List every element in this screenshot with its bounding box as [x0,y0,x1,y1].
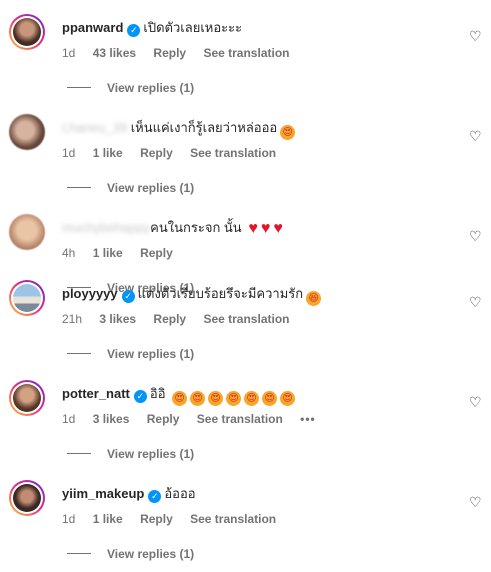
see-translation-button[interactable]: See translation [203,312,289,326]
username-link[interactable]: ppanward [62,20,123,35]
red-heart-emoji-icon: ♥ [273,220,283,237]
comment-text-line: ployyyyy ✓ แต่งตัวเรียบร้อยรึจะมีความรัก 😆 [62,286,322,306]
comment-text-line: potter_natt ✓ อิอิ 😍 😍 😍 😍 😍 😍 😍 [62,386,296,406]
avatar[interactable] [9,214,45,250]
heart-outline-icon[interactable]: ♡ [469,295,482,309]
more-options-icon[interactable]: ••• [300,412,316,426]
view-replies-button[interactable]: View replies (1) [67,447,194,461]
heart-eyes-emoji-icon: 😍 [226,391,242,406]
see-translation-button[interactable]: See translation [203,46,289,60]
heart-eyes-emoji-icon: 😍 [244,391,260,406]
likes-count[interactable]: 3 likes [93,412,130,426]
see-translation-button[interactable]: See translation [190,146,276,160]
likes-count[interactable]: 1 like [93,146,123,160]
comment-meta: 1d 1 like Reply See translation [62,146,290,160]
comment-text: เห็นแค่เงาก็รู้เลยว่าหล่อออ [130,120,278,135]
grinning-squinting-emoji-icon: 😆 [306,291,322,306]
reply-button[interactable]: Reply [140,512,173,526]
replies-divider [67,187,91,188]
comment-text: เปิดตัวเลยเหอะะะ [143,20,243,35]
reply-button[interactable]: Reply [153,46,186,60]
timestamp[interactable]: 1d [62,412,75,426]
verified-badge-icon: ✓ [133,390,147,403]
view-replies-button[interactable]: View replies (1) [67,181,194,195]
replies-divider [67,87,91,88]
heart-eyes-emoji-icon: 😍 [172,391,188,406]
username-link[interactable]: muchybehappy [62,220,150,235]
reply-button[interactable]: Reply [140,246,173,260]
avatar[interactable] [9,280,45,316]
verified-badge-icon: ✓ [148,490,162,503]
username-link[interactable]: ployyyyy [62,286,118,301]
replies-divider [67,453,91,454]
comment-text: คนในกระจก นั้น [150,220,242,235]
verified-badge-icon: ✓ [121,290,135,303]
likes-count[interactable]: 43 likes [93,46,136,60]
verified-badge-icon: ✓ [127,24,141,37]
likes-count[interactable]: 1 like [93,246,123,260]
comment-text: อิอิ [149,386,166,401]
avatar[interactable] [9,480,45,516]
view-replies-button[interactable]: View replies (1) [67,347,194,361]
username-link[interactable]: Lhaneu_39 [62,120,127,135]
comment-meta: 21h 3 likes Reply See translation [62,312,303,326]
comment-meta: 1d 1 like Reply See translation [62,512,290,526]
heart-eyes-emoji-icon: 😍 [190,391,206,406]
avatar[interactable] [9,380,45,416]
heart-outline-icon[interactable]: ♡ [469,229,482,243]
timestamp[interactable]: 4h [62,246,75,260]
comment-text-line: yiim_makeup ✓ อ้อออ [62,486,196,503]
timestamp[interactable]: 1d [62,146,75,160]
avatar[interactable] [9,14,45,50]
comment-text: แต่งตัวเรียบร้อยรึจะมีความรัก [137,286,304,301]
replies-divider [67,353,91,354]
likes-count[interactable]: 1 like [93,512,123,526]
see-translation-button[interactable]: See translation [197,412,283,426]
reply-button[interactable]: Reply [147,412,180,426]
heart-outline-icon[interactable]: ♡ [469,129,482,143]
view-replies-button[interactable]: View replies (1) [67,547,194,561]
timestamp[interactable]: 1d [62,46,75,60]
username-link[interactable]: yiim_makeup [62,486,144,501]
comment-meta: 4h 1 like Reply [62,246,187,260]
likes-count[interactable]: 3 likes [99,312,136,326]
heart-outline-icon[interactable]: ♡ [469,495,482,509]
heart-outline-icon[interactable]: ♡ [469,29,482,43]
red-heart-emoji-icon: ♥ [260,220,271,237]
timestamp[interactable]: 1d [62,512,75,526]
comment-text-line: muchybehappyคนในกระจก นั้น ♥ ♥ ♥ [62,220,283,237]
view-replies-button[interactable]: View replies (1) [67,81,194,95]
comment-text-line: ppanward ✓ เปิดตัวเลยเหอะะะ [62,20,242,37]
heart-eyes-emoji-icon: 😍 [280,391,296,406]
comment-meta: 1d 3 likes Reply See translation ••• [62,412,330,426]
username-link[interactable]: potter_natt [62,386,130,401]
timestamp[interactable]: 21h [62,312,82,326]
avatar[interactable] [9,114,45,150]
heart-eyes-emoji-icon: 😍 [262,391,278,406]
red-heart-emoji-icon: ♥ [248,220,258,237]
heart-eyes-emoji-icon: 😍 [280,125,296,140]
heart-outline-icon[interactable]: ♡ [469,395,482,409]
heart-eyes-emoji-icon: 😍 [208,391,224,406]
see-translation-button[interactable]: See translation [190,512,276,526]
comment-meta: 1d 43 likes Reply See translation [62,46,303,60]
comment-text: อ้อออ [164,486,196,501]
reply-button[interactable]: Reply [153,312,186,326]
replies-divider [67,553,91,554]
comment-text-line: Lhaneu_39 เห็นแค่เงาก็รู้เลยว่าหล่อออ 😍 [62,120,296,140]
reply-button[interactable]: Reply [140,146,173,160]
